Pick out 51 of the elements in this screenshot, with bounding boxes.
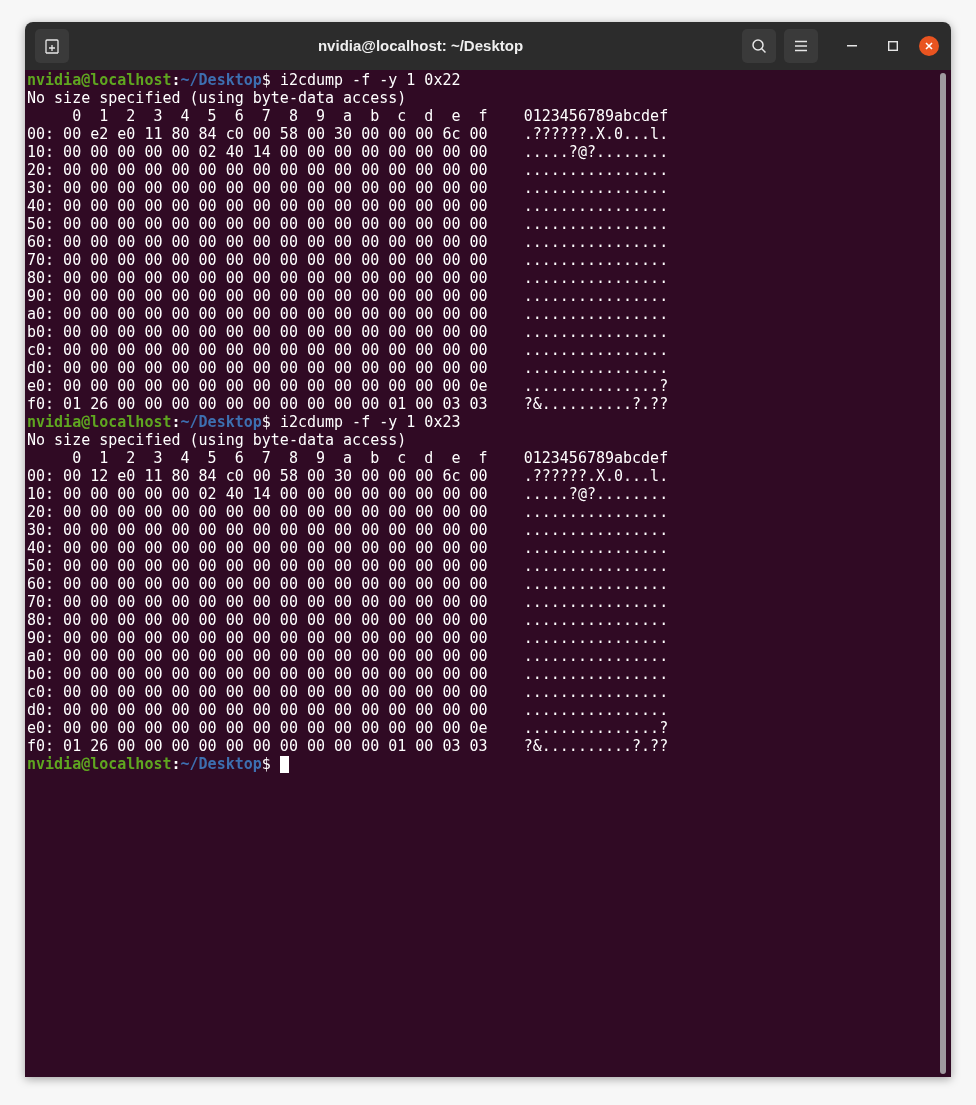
output-line: c0: 00 00 00 00 00 00 00 00 00 00 00 00 00 00 00 00 ................ — [27, 341, 669, 359]
output-line: f0: 01 26 00 00 00 00 00 00 00 00 00 00 01 00 03 03 ?&..........?.?? — [27, 737, 669, 755]
output-line: 0 1 2 3 4 5 6 7 8 9 a b c d e f 0123456789abcdef — [71, 107, 669, 125]
output-line: d0: 00 00 00 00 00 00 00 00 00 00 00 00 00 00 00 00 ................ — [27, 359, 669, 377]
output-line: a0: 00 00 00 00 00 00 00 00 00 00 00 00 00 00 00 00 ................ — [27, 305, 669, 323]
output-line: 60: 00 00 00 00 00 00 00 00 00 00 00 00 00 00 00 00 ................ — [27, 233, 669, 251]
output-line: e0: 00 00 00 00 00 00 00 00 00 00 00 00 00 00 00 0e ...............? — [27, 377, 669, 395]
output-line: 80: 00 00 00 00 00 00 00 00 00 00 00 00 00 00 00 00 ................ — [27, 611, 669, 629]
output-line: 70: 00 00 00 00 00 00 00 00 00 00 00 00 00 00 00 00 ................ — [27, 593, 669, 611]
output-line: 10: 00 00 00 00 00 02 40 14 00 00 00 00 00 00 00 00 .....?@?........ — [27, 143, 669, 161]
output-line: 90: 00 00 00 00 00 00 00 00 00 00 00 00 00 00 00 00 ................ — [27, 629, 669, 647]
output-line: 50: 00 00 00 00 00 00 00 00 00 00 00 00 00 00 00 00 ................ — [27, 557, 669, 575]
output-line: 00: 00 12 e0 11 80 84 c0 00 58 00 30 00 00 00 6c 00 .??????.X.0...l. — [27, 467, 669, 485]
close-icon — [925, 42, 933, 50]
output-line: No size specified (using byte-data access) — [27, 89, 407, 107]
prompt-line: nvidia@localhost:~/Desktop$ — [27, 755, 272, 773]
prompt-line: nvidia@localhost:~/Desktop$ i2cdump -f -y 1 0x23 — [27, 413, 461, 431]
output-line: 00: 00 e2 e0 11 80 84 c0 00 58 00 30 00 00 00 6c 00 .??????.X.0...l. — [27, 125, 669, 143]
output-line: 50: 00 00 00 00 00 00 00 00 00 00 00 00 00 00 00 00 ................ — [27, 215, 669, 233]
output-line: 90: 00 00 00 00 00 00 00 00 00 00 00 00 00 00 00 00 ................ — [27, 287, 669, 305]
output-line: 20: 00 00 00 00 00 00 00 00 00 00 00 00 00 00 00 00 ................ — [27, 503, 669, 521]
output-line: b0: 00 00 00 00 00 00 00 00 00 00 00 00 00 00 00 00 ................ — [27, 323, 669, 341]
output-line: e0: 00 00 00 00 00 00 00 00 00 00 00 00 00 00 00 0e ...............? — [27, 719, 669, 737]
output-line: f0: 01 26 00 00 00 00 00 00 00 00 00 00 01 00 03 03 ?&..........?.?? — [27, 395, 669, 413]
output-line: 80: 00 00 00 00 00 00 00 00 00 00 00 00 00 00 00 00 ................ — [27, 269, 669, 287]
maximize-icon — [888, 41, 898, 51]
output-line: 30: 00 00 00 00 00 00 00 00 00 00 00 00 00 00 00 00 ................ — [27, 521, 669, 539]
output-line: 40: 00 00 00 00 00 00 00 00 00 00 00 00 00 00 00 00 ................ — [27, 539, 669, 557]
new-tab-button[interactable] — [35, 29, 69, 63]
output-line: 10: 00 00 00 00 00 02 40 14 00 00 00 00 00 00 00 00 .....?@?........ — [27, 485, 669, 503]
output-line: 60: 00 00 00 00 00 00 00 00 00 00 00 00 00 00 00 00 ................ — [27, 575, 669, 593]
scrollbar-thumb[interactable] — [940, 73, 946, 1074]
menu-icon — [794, 40, 808, 52]
output-line: 40: 00 00 00 00 00 00 00 00 00 00 00 00 00 00 00 00 ................ — [27, 197, 669, 215]
search-button[interactable] — [742, 29, 776, 63]
output-line: d0: 00 00 00 00 00 00 00 00 00 00 00 00 00 00 00 00 ................ — [27, 701, 669, 719]
new-tab-icon — [44, 38, 60, 54]
close-button[interactable] — [919, 36, 939, 56]
output-line: 30: 00 00 00 00 00 00 00 00 00 00 00 00 00 00 00 00 ................ — [27, 179, 669, 197]
output-line: 70: 00 00 00 00 00 00 00 00 00 00 00 00 00 00 00 00 ................ — [27, 251, 669, 269]
menu-button[interactable] — [784, 29, 818, 63]
output-line: b0: 00 00 00 00 00 00 00 00 00 00 00 00 00 00 00 00 ................ — [27, 665, 669, 683]
prompt-line: nvidia@localhost:~/Desktop$ i2cdump -f -y 1 0x22 — [27, 71, 461, 89]
output-line: a0: 00 00 00 00 00 00 00 00 00 00 00 00 00 00 00 00 ................ — [27, 647, 669, 665]
search-icon — [751, 38, 767, 54]
window-title: nvidia@localhost: ~/Desktop — [317, 35, 524, 56]
output-line: 0 1 2 3 4 5 6 7 8 9 a b c d e f 0123456789abcdef — [71, 449, 669, 467]
output-line: No size specified (using byte-data access) — [27, 431, 407, 449]
minimize-icon — [847, 45, 857, 47]
output-line: c0: 00 00 00 00 00 00 00 00 00 00 00 00 00 00 00 00 ................ — [27, 683, 669, 701]
output-line: 20: 00 00 00 00 00 00 00 00 00 00 00 00 00 00 00 00 ................ — [27, 161, 669, 179]
